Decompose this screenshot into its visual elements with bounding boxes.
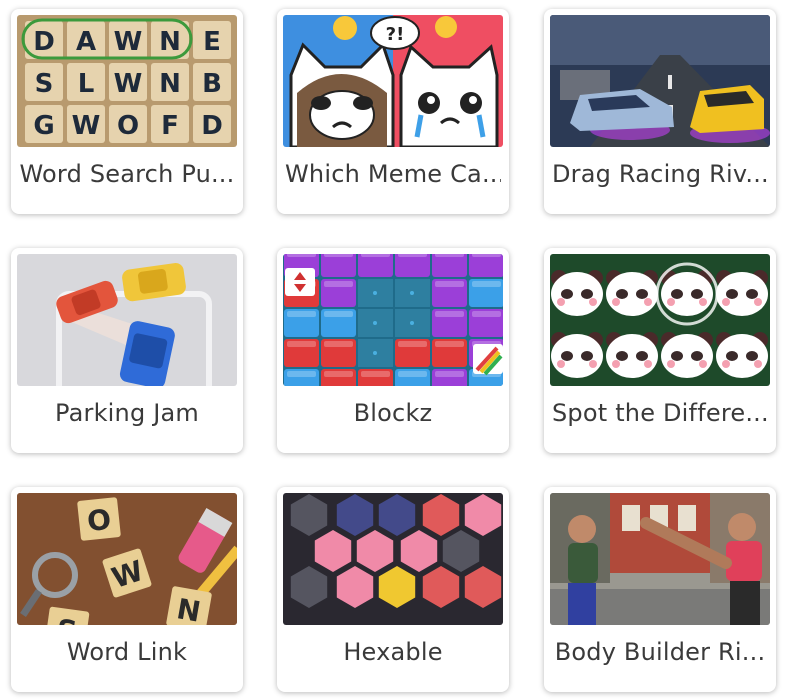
svg-text:W: W	[114, 27, 143, 57]
svg-text:A: A	[76, 27, 96, 57]
svg-text:L: L	[78, 69, 95, 99]
game-title[interactable]: Body Builder Ri...	[552, 638, 768, 666]
game-title[interactable]: Word Link	[19, 638, 235, 666]
letter-tiles-thumbnail[interactable]: OWNS	[17, 493, 237, 625]
word-search-thumbnail[interactable]: DAWNESLWNBGWOFD	[17, 15, 237, 147]
game-card-word-search[interactable]: DAWNESLWNBGWOFD Word Search Pu...	[11, 9, 243, 214]
svg-text:S: S	[55, 613, 80, 625]
game-card-which-meme-cat[interactable]: ?! Which Meme Ca...	[277, 9, 509, 214]
svg-text:B: B	[202, 69, 222, 99]
svg-text:?!: ?!	[386, 24, 405, 45]
game-title[interactable]: Parking Jam	[19, 399, 235, 427]
racing-cars-thumbnail[interactable]	[550, 15, 770, 147]
parking-cars-thumbnail[interactable]	[17, 254, 237, 386]
svg-text:O: O	[117, 111, 139, 141]
game-title[interactable]: Blockz	[285, 399, 501, 427]
svg-text:D: D	[33, 27, 55, 57]
game-card-body-builder-ring[interactable]: Body Builder Ri...	[544, 487, 776, 692]
game-title[interactable]: Spot the Differe...	[552, 399, 768, 427]
svg-text:S: S	[35, 69, 54, 99]
svg-text:N: N	[159, 69, 181, 99]
svg-text:D: D	[201, 111, 223, 141]
svg-text:G: G	[33, 111, 54, 141]
svg-text:N: N	[174, 592, 203, 625]
svg-text:F: F	[161, 111, 179, 141]
panda-grid-thumbnail[interactable]	[550, 254, 770, 386]
game-title[interactable]: Which Meme Ca...	[285, 160, 501, 188]
game-title[interactable]: Drag Racing Riv...	[552, 160, 768, 188]
game-card-parking-jam[interactable]: Parking Jam	[11, 248, 243, 453]
block-puzzle-thumbnail[interactable]	[283, 254, 503, 386]
svg-text:W: W	[114, 69, 143, 99]
svg-text:N: N	[159, 27, 181, 57]
game-card-word-link[interactable]: OWNS Word Link	[11, 487, 243, 692]
game-title[interactable]: Hexable	[285, 638, 501, 666]
fighters-thumbnail[interactable]	[550, 493, 770, 625]
hexagon-grid-thumbnail[interactable]	[283, 493, 503, 625]
svg-text:E: E	[203, 27, 221, 57]
game-card-spot-the-difference[interactable]: Spot the Differe...	[544, 248, 776, 453]
meme-cats-thumbnail[interactable]: ?!	[283, 15, 503, 147]
svg-text:W: W	[72, 111, 101, 141]
svg-text:O: O	[86, 503, 113, 538]
game-card-drag-racing[interactable]: Drag Racing Riv...	[544, 9, 776, 214]
game-card-blockz[interactable]: Blockz	[277, 248, 509, 453]
game-title[interactable]: Word Search Pu...	[19, 160, 235, 188]
game-card-hexable[interactable]: Hexable	[277, 487, 509, 692]
